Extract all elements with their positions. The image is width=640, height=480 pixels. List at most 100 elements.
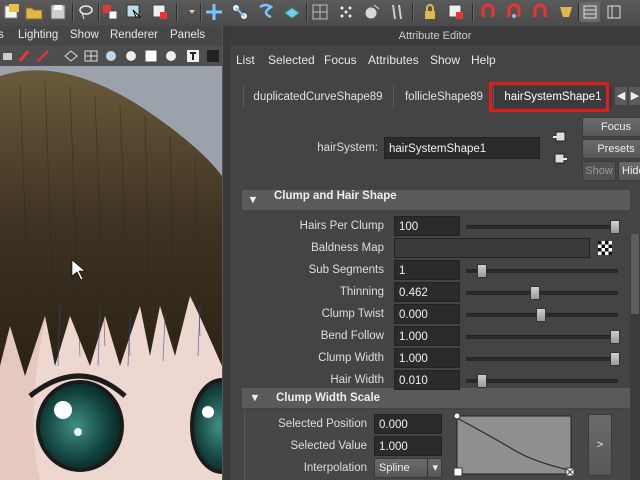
tool-settings-icon[interactable] xyxy=(604,2,624,22)
menu-list[interactable]: List xyxy=(236,53,255,67)
grid-toggle-icon[interactable] xyxy=(84,49,98,63)
tab-scroll-right-icon[interactable]: ▶ xyxy=(629,87,640,105)
select-icon[interactable] xyxy=(2,2,22,22)
tab-scroll-left-icon[interactable]: ◀ xyxy=(615,87,627,105)
attr-slider-track[interactable] xyxy=(466,269,618,273)
attr-slider-handle[interactable] xyxy=(476,264,487,278)
magnet-icon[interactable] xyxy=(478,2,498,22)
textured-icon[interactable] xyxy=(124,49,138,63)
attribute-editor-panel: Attribute Editor List Selected Focus Att… xyxy=(230,26,640,480)
attribute-editor-menu-bar: List Selected Focus Attributes Show Help xyxy=(230,48,640,70)
attr-slider-handle[interactable] xyxy=(610,220,620,234)
section-clump-width-scale-header[interactable]: ▾ Clump Width Scale xyxy=(242,388,630,408)
section-clump-title: Clump and Hair Shape xyxy=(274,190,397,202)
attr-slider-track[interactable] xyxy=(466,225,618,229)
attr-label: Baldness Map xyxy=(311,242,384,254)
attribute-editor-title: Attribute Editor xyxy=(230,26,640,46)
attr-slider-track[interactable] xyxy=(466,379,618,383)
focus-button[interactable]: Focus xyxy=(582,117,640,137)
menu-dropdown-icon[interactable] xyxy=(182,2,202,22)
menu-attributes[interactable]: Attributes xyxy=(368,53,419,67)
attr-slider-track[interactable] xyxy=(466,357,618,361)
save-icon[interactable] xyxy=(48,2,68,22)
ipr-icon[interactable] xyxy=(556,2,576,22)
attribute-editor-scrollbar[interactable] xyxy=(630,234,640,480)
lights-icon[interactable] xyxy=(164,49,178,63)
wireframe-icon[interactable] xyxy=(64,49,78,63)
text-icon[interactable] xyxy=(186,49,200,63)
select-component-icon[interactable] xyxy=(150,2,170,22)
smooth-shade-icon[interactable] xyxy=(104,49,118,63)
menu-panels[interactable]: Panels xyxy=(170,29,205,41)
selected-value-label: Selected Value xyxy=(290,440,367,452)
hide-button[interactable]: Hide xyxy=(618,161,640,181)
attr-value-field[interactable]: 1.000 xyxy=(394,326,460,346)
curve-snap-icon[interactable] xyxy=(230,2,250,22)
input-connections-icon[interactable] xyxy=(552,129,568,145)
plane-snap-icon[interactable] xyxy=(282,2,302,22)
selected-value-field[interactable]: 1.000 xyxy=(374,436,442,456)
attr-value-field[interactable]: 1.000 xyxy=(394,348,460,368)
ramp-graph[interactable] xyxy=(454,410,576,480)
menu-show[interactable]: Show xyxy=(70,29,99,41)
node-name-field[interactable]: hairSystemShape1 xyxy=(384,137,540,159)
main-toolbar xyxy=(0,0,640,27)
menu-lighting[interactable]: Lighting xyxy=(18,29,58,41)
camera-icon[interactable] xyxy=(362,2,382,22)
section-clump-hair-shape-header[interactable]: ▾ Clump and Hair Shape xyxy=(242,190,630,210)
lasso-icon[interactable] xyxy=(76,2,96,22)
show-button[interactable]: Show xyxy=(582,161,616,181)
grid-icon[interactable] xyxy=(310,2,330,22)
attr-value-field[interactable]: 1 xyxy=(394,260,460,280)
output-connections-icon[interactable] xyxy=(552,151,568,167)
interpolation-value: Spline xyxy=(379,462,410,474)
point-snap-icon[interactable] xyxy=(256,2,276,22)
tab-follicle-shape[interactable]: follicleShape89 xyxy=(393,86,494,108)
surface-snap-icon[interactable] xyxy=(336,2,356,22)
attr-slider-handle[interactable] xyxy=(476,374,487,388)
baldness-map-field[interactable] xyxy=(394,238,590,258)
tab-duplicated-curve-shape[interactable]: duplicatedCurveShape89 xyxy=(243,86,392,108)
attr-label: Hair Width xyxy=(330,374,384,386)
selected-position-field[interactable]: 0.000 xyxy=(374,414,442,434)
magnet-curve-icon[interactable] xyxy=(504,2,524,22)
attr-slider-handle[interactable] xyxy=(530,286,541,300)
attr-label: Clump Width xyxy=(318,352,384,364)
magnet-surface-icon[interactable] xyxy=(530,2,550,22)
bookmark-icon[interactable] xyxy=(18,49,32,63)
interpolation-dropdown[interactable]: Spline ▾ xyxy=(374,458,442,478)
viewport-panel[interactable]: s Lighting Show Renderer Panels xyxy=(0,26,222,480)
attribute-icon[interactable] xyxy=(446,2,466,22)
xray-icon[interactable] xyxy=(144,49,158,63)
menu-renderer[interactable]: Renderer xyxy=(110,29,158,41)
menu-selected[interactable]: Selected xyxy=(268,53,315,67)
folder-icon[interactable] xyxy=(24,2,44,22)
presets-button[interactable]: Presets xyxy=(582,139,640,159)
menu-focus[interactable]: Focus xyxy=(324,53,357,67)
camera-attributes-icon[interactable] xyxy=(2,49,16,63)
map-texture-icon[interactable] xyxy=(598,241,612,255)
menu-show[interactable]: Show xyxy=(430,53,460,67)
attr-slider-handle[interactable] xyxy=(610,352,620,366)
render-setup-icon[interactable] xyxy=(388,2,408,22)
attr-value-field[interactable]: 0.000 xyxy=(394,304,460,324)
attr-value-field[interactable]: 0.462 xyxy=(394,282,460,302)
collapse-arrow-icon: ▾ xyxy=(250,194,256,206)
attr-value-field[interactable]: 0.010 xyxy=(394,370,460,390)
select-hierarchy-icon[interactable] xyxy=(100,2,120,22)
attr-slider-track[interactable] xyxy=(466,335,618,339)
select-object-icon[interactable] xyxy=(124,2,144,22)
image-plane-icon[interactable] xyxy=(36,49,50,63)
lock-icon[interactable] xyxy=(420,2,440,22)
shading-icon[interactable] xyxy=(206,49,220,63)
attr-value-field[interactable]: 100 xyxy=(394,216,460,236)
move-icon[interactable] xyxy=(204,2,224,22)
attribute-editor-toggle-icon[interactable] xyxy=(580,2,600,22)
attr-slider-handle[interactable] xyxy=(536,308,546,322)
menu-help[interactable]: Help xyxy=(471,53,496,67)
collapse-arrow-icon: ▾ xyxy=(252,392,258,404)
attr-label: Hairs Per Clump xyxy=(299,220,384,232)
attr-slider-track[interactable] xyxy=(466,291,618,295)
expand-ramp-button[interactable]: > xyxy=(588,414,612,476)
attr-slider-handle[interactable] xyxy=(610,330,620,344)
